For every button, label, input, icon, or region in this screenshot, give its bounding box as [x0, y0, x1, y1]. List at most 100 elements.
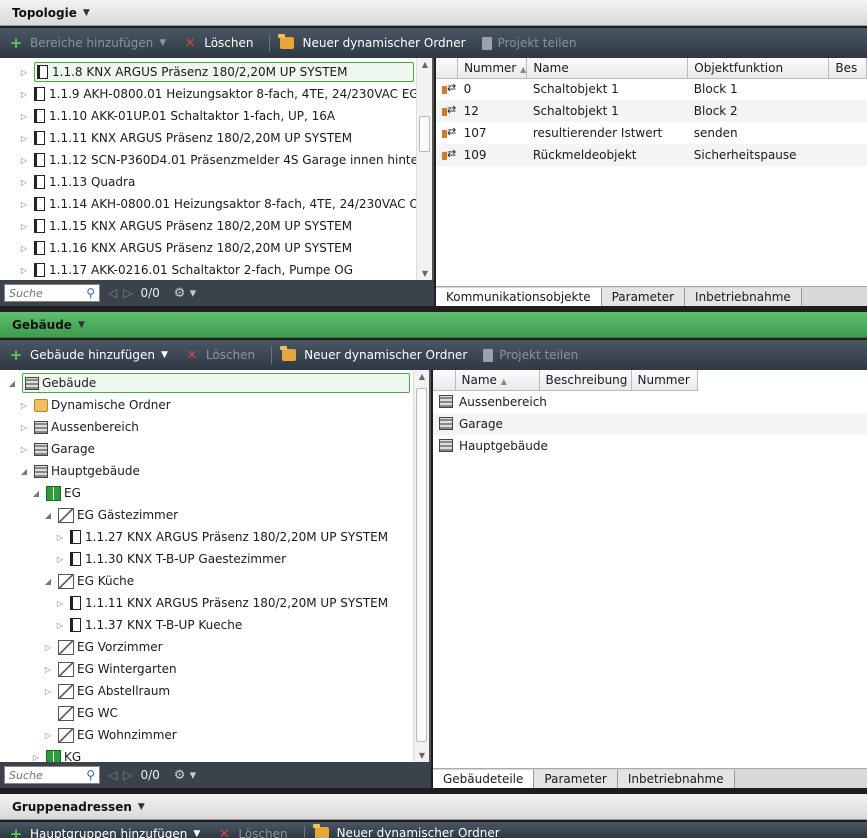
expand-arrow-icon[interactable]: ▷ — [42, 731, 54, 740]
tree-item-dyn[interactable]: ▷ Dynamische Ordner — [6, 394, 429, 416]
tree-item-content[interactable]: KG — [46, 749, 81, 762]
gear-icon[interactable]: ⚙ ▾ — [174, 768, 196, 783]
tree-item-device[interactable]: ▷ 1.1.14 AKH-0800.01 Heizungsaktor 8-fach… — [18, 193, 432, 215]
table-row[interactable]: 107 resultierender Istwert senden — [436, 122, 867, 144]
expand-arrow-icon[interactable]: ▷ — [18, 156, 30, 165]
tree-item-room[interactable]: ▷ EG Wintergarten — [6, 658, 429, 680]
scroll-up-icon[interactable]: ▲ — [414, 372, 429, 381]
tree-item-room[interactable]: EG WC — [6, 702, 429, 724]
search-icon[interactable]: ⚲ — [86, 768, 95, 782]
column-header-beschreibung[interactable]: Beschreibung — [539, 370, 632, 391]
expand-arrow-icon[interactable]: ▷ — [18, 112, 30, 121]
expand-arrow-icon[interactable]: ▷ — [18, 445, 30, 454]
tree-item-content[interactable]: 1.1.10 AKK-01UP.01 Schaltaktor 1-fach, U… — [34, 109, 335, 123]
tree-item-content[interactable]: 1.1.27 KNX ARGUS Präsenz 180/2,20M UP SY… — [70, 530, 388, 544]
tree-item-content[interactable]: EG Wohnzimmer — [58, 727, 177, 743]
tree-item-content[interactable]: EG — [46, 485, 81, 501]
tree-item-floor[interactable]: ▷ KG — [6, 746, 429, 762]
expand-arrow-icon[interactable]: ▷ — [54, 533, 66, 542]
delete-button[interactable]: ✕ Löschen — [182, 35, 254, 51]
tree-item-content[interactable]: 1.1.11 KNX ARGUS Präsenz 180/2,20M UP SY… — [34, 131, 352, 145]
tree-item-content[interactable]: 1.1.12 SCN-P360D4.01 Präsenzmelder 4S Ga… — [34, 153, 426, 167]
tree-item-content[interactable]: 1.1.8 KNX ARGUS Präsenz 180/2,20M UP SYS… — [34, 62, 414, 82]
tree-item-device[interactable]: ▷ 1.1.12 SCN-P360D4.01 Präsenzmelder 4S G… — [18, 149, 432, 171]
group-addresses-panel-header[interactable]: Gruppenadressen ▼ — [0, 794, 867, 820]
expand-arrow-icon[interactable]: ▷ — [18, 90, 30, 99]
table-row[interactable]: 109RückmeldeobjektSicherheitspause — [436, 144, 867, 166]
column-header-name[interactable]: Name — [526, 58, 689, 79]
tree-item-content[interactable]: 1.1.16 KNX ARGUS Präsenz 180/2,20M UP SY… — [34, 241, 352, 255]
tree-item-content[interactable]: 1.1.13 Quadra — [34, 175, 135, 189]
share-project-button[interactable]: Projekt teilen — [483, 348, 578, 362]
tree-item-bld[interactable]: ◢ Hauptgebäude — [6, 460, 429, 482]
column-header-beschreibung[interactable]: Bes — [828, 58, 867, 79]
building-search-field[interactable]: ⚲ — [4, 766, 100, 784]
collapse-arrow-icon[interactable]: ◢ — [18, 467, 30, 476]
tree-item-content[interactable]: Gebäude — [22, 373, 410, 393]
chevron-down-icon[interactable]: ▼ — [193, 829, 200, 838]
next-icon[interactable]: ▷ — [123, 768, 132, 782]
tree-item-content[interactable]: EG Abstellraum — [58, 683, 170, 699]
tree-item-room[interactable]: ◢ EG Gästezimmer — [6, 504, 429, 526]
search-icon[interactable]: ⚲ — [86, 286, 95, 300]
column-header-nummer[interactable]: Nummer — [631, 370, 698, 391]
tree-item-floor[interactable]: ◢ EG — [6, 482, 429, 504]
tree-item-device[interactable]: ▷ 1.1.15 KNX ARGUS Präsenz 180/2,20M UP S… — [18, 215, 432, 237]
tree-item-content[interactable]: Dynamische Ordner — [34, 398, 171, 412]
collapse-arrow-icon[interactable]: ◢ — [6, 379, 18, 388]
topology-search-input[interactable] — [9, 286, 79, 300]
building-scrollbar[interactable]: ▲ ▼ — [413, 370, 429, 762]
chevron-down-icon[interactable]: ▼ — [161, 350, 168, 360]
list-item[interactable]: Aussenbereich — [433, 391, 867, 413]
tab-parameter[interactable]: Parameter — [601, 288, 686, 306]
tab-kommunikationsobjekte[interactable]: Kommunikationsobjekte — [436, 288, 602, 306]
tree-item-content[interactable]: 1.1.17 AKK-0216.01 Schaltaktor 2-fach, P… — [34, 263, 353, 277]
tree-item-content[interactable]: 1.1.14 AKH-0800.01 Heizungsaktor 8-fach,… — [34, 197, 428, 211]
scroll-up-icon[interactable]: ▲ — [417, 60, 432, 69]
scroll-down-icon[interactable]: ▼ — [417, 269, 432, 278]
tree-item-device[interactable]: ▷ 1.1.11 KNX ARGUS Präsenz 180/2,20M UP S… — [18, 127, 432, 149]
tree-item-content[interactable]: 1.1.15 KNX ARGUS Präsenz 180/2,20M UP SY… — [34, 219, 352, 233]
next-icon[interactable]: ▷ — [123, 286, 132, 300]
expand-arrow-icon[interactable]: ▷ — [18, 244, 30, 253]
expand-arrow-icon[interactable]: ▷ — [18, 178, 30, 187]
tab-inbetriebnahme[interactable]: Inbetriebnahme — [685, 288, 802, 306]
expand-arrow-icon[interactable]: ▷ — [42, 687, 54, 696]
tree-item-content[interactable]: Hauptgebäude — [34, 464, 140, 478]
new-dynamic-folder-button[interactable]: Neuer dynamischer Ordner — [278, 34, 466, 50]
chevron-down-icon[interactable]: ▼ — [159, 38, 166, 48]
tree-item-content[interactable]: EG Küche — [58, 573, 134, 589]
scroll-thumb[interactable] — [419, 116, 430, 152]
tree-item-dev[interactable]: ▷ 1.1.37 KNX T-B-UP Kueche — [6, 614, 429, 636]
tree-item-device[interactable]: ▷ 1.1.10 AKK-01UP.01 Schaltaktor 1-fach, … — [18, 105, 432, 127]
new-dynamic-folder-button[interactable]: Neuer dynamischer Ordner — [280, 346, 467, 362]
tree-item-content[interactable]: 1.1.30 KNX T-B-UP Gaestezimmer — [70, 552, 286, 566]
tree-item-dev[interactable]: ▷ 1.1.30 KNX T-B-UP Gaestezimmer — [6, 548, 429, 570]
collapse-arrow-icon[interactable]: ◢ — [42, 577, 54, 586]
tree-item-content[interactable]: Garage — [34, 442, 95, 456]
expand-arrow-icon[interactable]: ▷ — [54, 555, 66, 564]
tree-item-room[interactable]: ▷ EG Abstellraum — [6, 680, 429, 702]
tree-item-content[interactable]: EG WC — [58, 705, 118, 721]
delete-button[interactable]: ✕ Löschen — [184, 347, 255, 363]
building-panel-header[interactable]: Gebäude ▼ — [0, 312, 867, 338]
expand-arrow-icon[interactable]: ▷ — [18, 68, 30, 77]
add-areas-button[interactable]: + Bereiche hinzufügen ▼ — [8, 34, 167, 52]
tree-item-content[interactable]: EG Vorzimmer — [58, 639, 163, 655]
tab-gebäudeteile[interactable]: Gebäudeteile — [433, 770, 535, 788]
list-item[interactable]: Garage — [433, 412, 867, 435]
expand-arrow-icon[interactable]: ▷ — [18, 222, 30, 231]
share-project-button[interactable]: Projekt teilen — [481, 36, 577, 50]
tree-item-device[interactable]: ▷ 1.1.9 AKH-0800.01 Heizungsaktor 8-fach,… — [18, 83, 432, 105]
tree-item-bld[interactable]: ▷ Aussenbereich — [6, 416, 429, 438]
tree-item-room[interactable]: ▷ EG Wohnzimmer — [6, 724, 429, 746]
tree-item-device[interactable]: ▷ 1.1.16 KNX ARGUS Präsenz 180/2,20M UP S… — [18, 237, 432, 259]
tree-item-bld[interactable]: ▷ Garage — [6, 438, 429, 460]
topology-panel-header[interactable]: Topologie ▼ — [0, 0, 867, 26]
scroll-thumb[interactable] — [416, 388, 427, 742]
collapse-arrow-icon[interactable]: ◢ — [30, 489, 42, 498]
tree-item-room[interactable]: ▷ EG Vorzimmer — [6, 636, 429, 658]
tree-item-content[interactable]: 1.1.9 AKH-0800.01 Heizungsaktor 8-fach, … — [34, 87, 419, 101]
tree-item-device[interactable]: ▷ 1.1.13 Quadra — [18, 171, 432, 193]
expand-arrow-icon[interactable]: ▷ — [30, 753, 42, 762]
